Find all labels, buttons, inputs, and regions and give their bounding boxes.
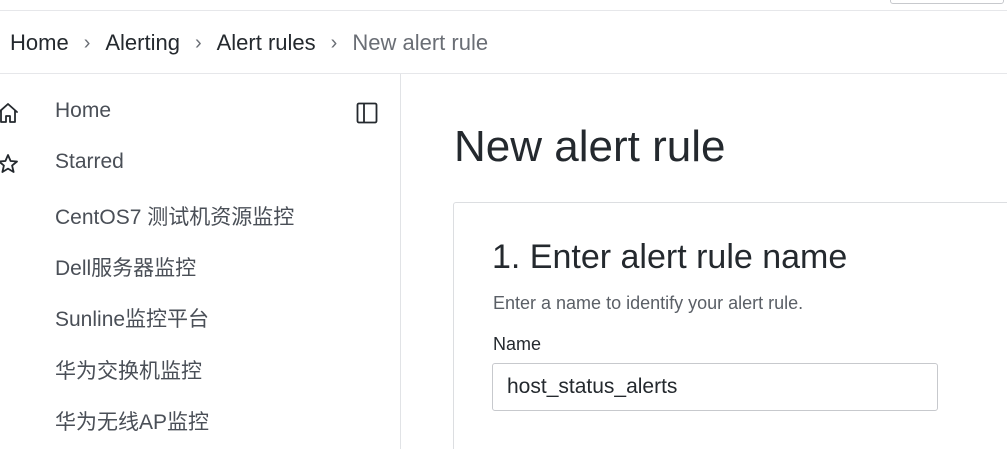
sidebar-item-label: 华为无线AP监控 — [55, 411, 210, 434]
breadcrumb-alert-rules[interactable]: Alert rules — [217, 30, 316, 56]
section-title: 1. Enter alert rule name — [492, 238, 848, 276]
sidebar-item-label: CentOS7 测试机资源监控 — [55, 206, 295, 229]
main-content: New alert rule 1. Enter alert rule name … — [401, 74, 1007, 449]
sidebar-item-dashboard[interactable]: Dell服务器监控 — [0, 248, 400, 284]
dock-sidebar-icon[interactable] — [355, 101, 379, 125]
page-title: New alert rule — [454, 122, 726, 171]
page: Home › Alerting › Alert rules › New aler… — [0, 0, 1007, 449]
breadcrumb-home[interactable]: Home — [10, 30, 69, 56]
breadcrumb-separator: › — [194, 31, 202, 54]
sidebar-item-dashboard[interactable]: Sunline监控平台 — [0, 299, 400, 335]
alert-name-section: 1. Enter alert rule name Enter a name to… — [453, 202, 1007, 449]
sidebar-item-starred[interactable]: Starred — [0, 146, 400, 182]
sidebar-item-label: Starred — [55, 150, 124, 173]
top-bar — [0, 0, 1007, 11]
sidebar-item-label: Home — [55, 99, 112, 122]
name-input[interactable] — [492, 363, 938, 411]
section-description: Enter a name to identify your alert rule… — [493, 293, 804, 313]
name-field-label: Name — [493, 334, 542, 354]
home-icon — [0, 103, 18, 123]
sidebar-item-dashboard[interactable]: CentOS7 测试机资源监控 — [0, 197, 400, 233]
sidebar-item-dashboard[interactable]: 华为交换机监控 — [0, 351, 400, 387]
sidebar-item-home[interactable]: Home — [0, 95, 340, 131]
sidebar-item-dashboard[interactable]: 华为无线AP监控 — [0, 402, 400, 438]
breadcrumb-current: New alert rule — [352, 30, 489, 55]
search-box[interactable] — [890, 0, 1004, 4]
star-icon — [0, 154, 18, 173]
breadcrumb-separator: › — [330, 31, 338, 54]
sidebar-item-label: Sunline监控平台 — [55, 308, 210, 331]
sidebar: Home Starred CentOS7 测试机资源监控 Dell服务器监控 S… — [0, 74, 401, 449]
sidebar-item-label: 华为交换机监控 — [55, 360, 202, 383]
sidebar-item-label: Dell服务器监控 — [55, 257, 197, 280]
breadcrumb-separator: › — [83, 31, 91, 54]
breadcrumb-alerting[interactable]: Alerting — [105, 30, 180, 56]
breadcrumb: Home › Alerting › Alert rules › New aler… — [10, 28, 488, 58]
